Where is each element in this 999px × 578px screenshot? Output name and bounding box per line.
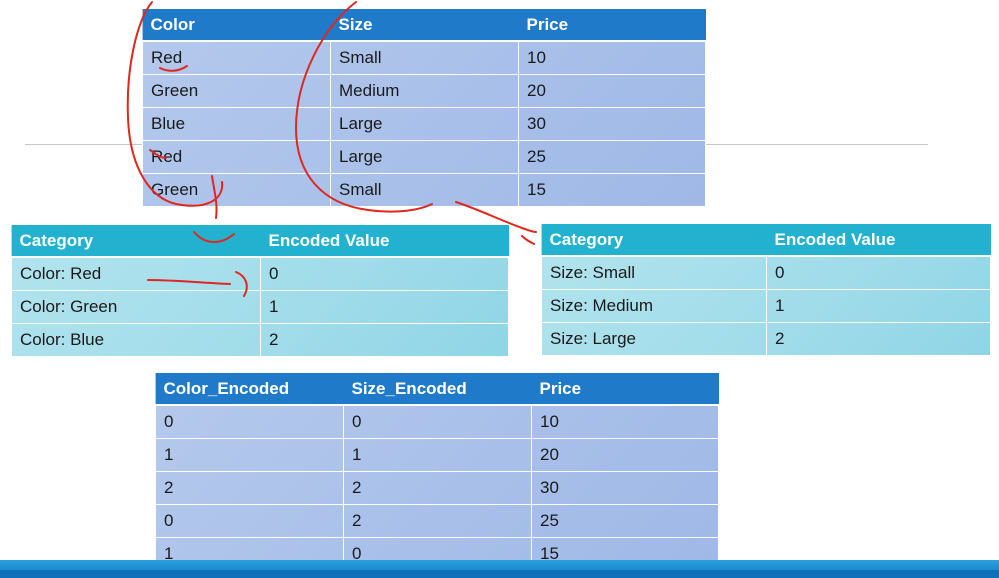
cell-color-encoded: 0 [155,503,344,538]
bottom-accent-bar-inner [0,570,999,578]
cell-price: 15 [518,172,706,207]
cell-price: 10 [518,40,706,75]
header-price: Price [518,9,706,41]
cell-encoded-value: 1 [260,289,509,324]
color-mapping-table: Category Encoded Value Color: Red 0 Colo… [11,225,509,357]
cell-category: Color: Red [11,256,261,291]
cell-price: 30 [518,106,706,141]
cell-price: 25 [531,503,719,538]
table-row: Size: Medium 1 [541,288,991,323]
table-row: Green Medium 20 [142,73,706,108]
cell-size: Small [330,172,519,207]
cell-color: Red [142,40,331,75]
cell-color: Green [142,172,331,207]
cell-encoded-value: 1 [766,288,991,323]
header-size-encoded: Size_Encoded [343,373,532,405]
cell-encoded-value: 2 [766,321,991,356]
table-header-row: Category Encoded Value [11,225,509,257]
cell-color: Blue [142,106,331,141]
cell-size-encoded: 1 [343,437,532,472]
cell-price: 20 [518,73,706,108]
cell-color: Green [142,73,331,108]
table-header-row: Category Encoded Value [541,224,991,256]
table-header-row: Color Size Price [142,9,706,41]
table-row: Blue Large 30 [142,106,706,141]
header-color-encoded: Color_Encoded [155,373,344,405]
cell-color-encoded: 0 [155,404,344,439]
table-row: 0 0 10 [155,404,719,439]
cell-encoded-value: 0 [766,255,991,290]
table-row: Size: Large 2 [541,321,991,356]
size-mapping-table: Category Encoded Value Size: Small 0 Siz… [541,224,991,356]
cell-size-encoded: 0 [343,404,532,439]
table-row: Red Large 25 [142,139,706,174]
cell-encoded-value: 0 [260,256,509,291]
table-row: Red Small 10 [142,40,706,75]
table-row: Green Small 15 [142,172,706,207]
header-category: Category [11,225,261,257]
header-encoded-value: Encoded Value [766,224,991,256]
cell-size-encoded: 2 [343,470,532,505]
header-category: Category [541,224,767,256]
cell-size: Large [330,139,519,174]
cell-size-encoded: 2 [343,503,532,538]
cell-price: 25 [518,139,706,174]
cell-size: Large [330,106,519,141]
table-row: Size: Small 0 [541,255,991,290]
cell-category: Size: Small [541,255,767,290]
cell-category: Color: Green [11,289,261,324]
cell-size: Small [330,40,519,75]
header-price: Price [531,373,719,405]
header-size: Size [330,9,519,41]
cell-color-encoded: 1 [155,437,344,472]
cell-category: Size: Large [541,321,767,356]
cell-size: Medium [330,73,519,108]
table-row: 0 2 25 [155,503,719,538]
table-row: Color: Red 0 [11,256,509,291]
header-color: Color [142,9,331,41]
cell-price: 20 [531,437,719,472]
cell-price: 10 [531,404,719,439]
original-data-table: Color Size Price Red Small 10 Green Medi… [142,9,706,207]
cell-encoded-value: 2 [260,322,509,357]
cell-color-encoded: 2 [155,470,344,505]
header-encoded-value: Encoded Value [260,225,509,257]
cell-category: Color: Blue [11,322,261,357]
cell-price: 30 [531,470,719,505]
table-row: 2 2 30 [155,470,719,505]
cell-color: Red [142,139,331,174]
table-row: 1 1 20 [155,437,719,472]
cell-category: Size: Medium [541,288,767,323]
table-row: Color: Blue 2 [11,322,509,357]
table-row: Color: Green 1 [11,289,509,324]
bottom-accent-bar [0,560,999,578]
encoded-data-table: Color_Encoded Size_Encoded Price 0 0 10 … [155,373,719,571]
table-header-row: Color_Encoded Size_Encoded Price [155,373,719,405]
